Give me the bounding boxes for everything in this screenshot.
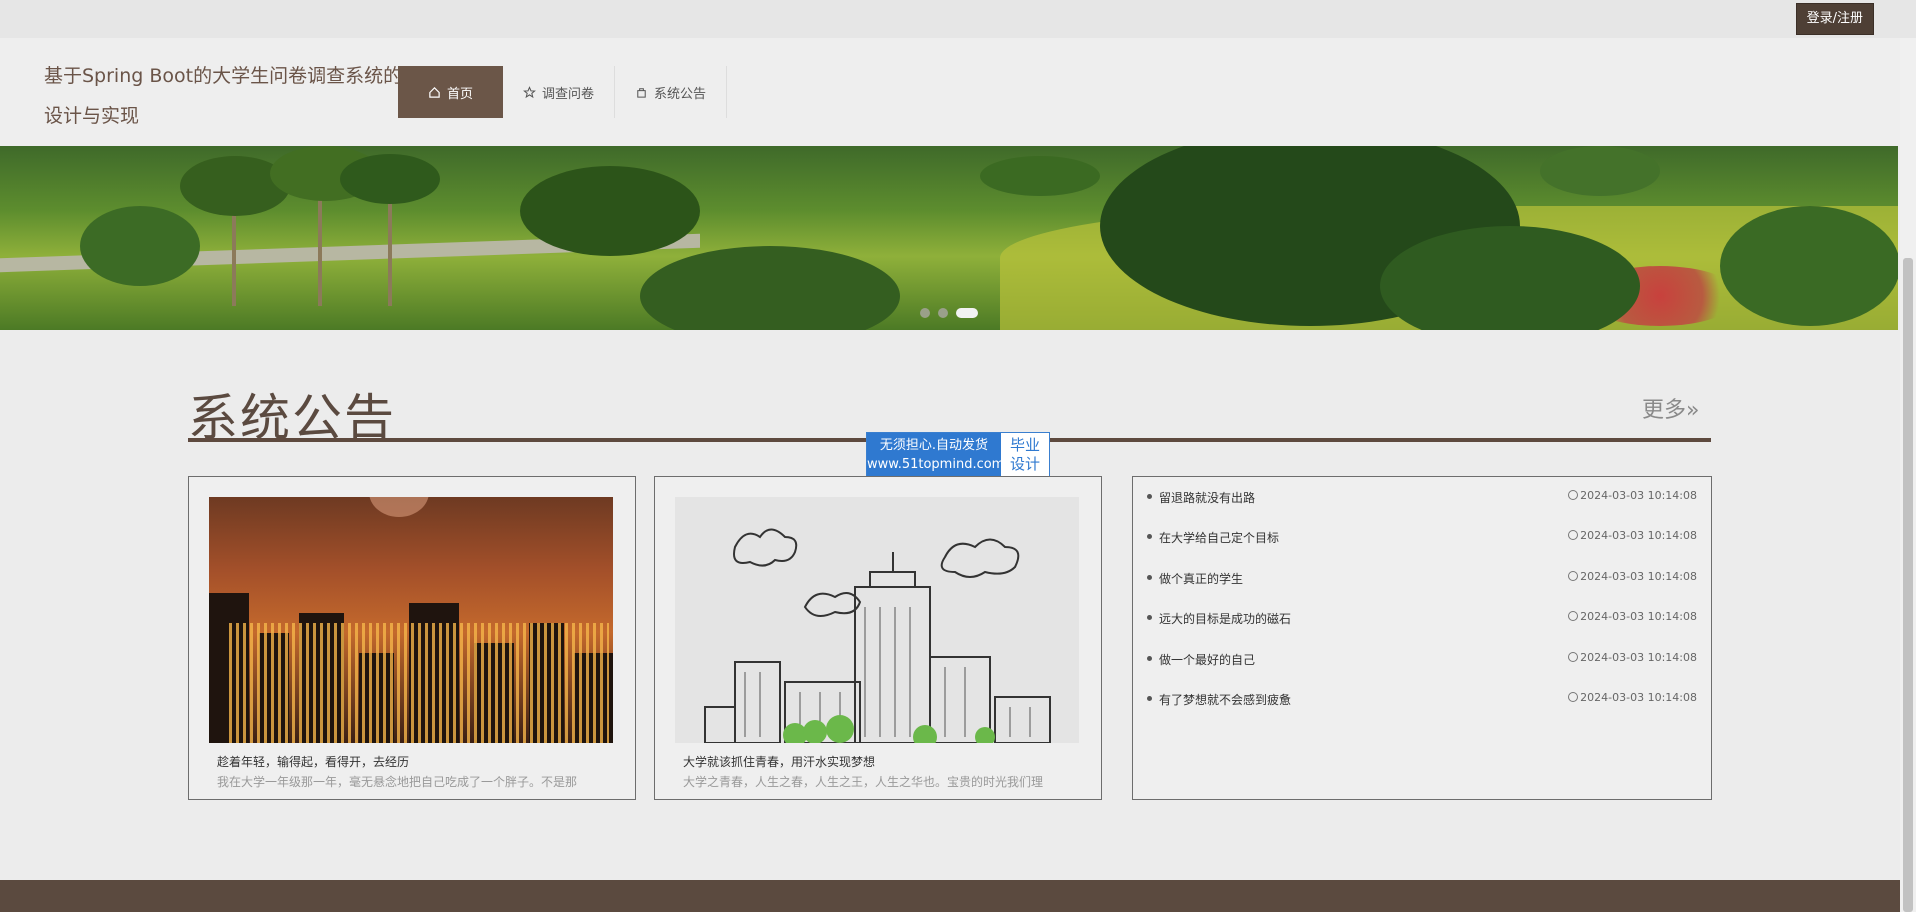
- star-icon: [523, 86, 536, 99]
- site-footer: [0, 880, 1900, 912]
- notice-date: 2024-03-03 10:14:08: [1580, 570, 1697, 583]
- bullet-icon: [1147, 534, 1152, 539]
- notice-title: 做一个最好的自己: [1159, 651, 1255, 668]
- news-card[interactable]: 趁着年轻，输得起，看得开，去经历 我在大学一年级那一年，毫无悬念地把自己吃成了一…: [188, 476, 636, 800]
- notice-item[interactable]: 做一个最好的自己 2024-03-03 10:14:08: [1147, 647, 1697, 671]
- carousel-indicators: [920, 308, 978, 318]
- main-nav: 首页 调查问卷 系统公告: [398, 66, 727, 118]
- watermark-tag1: 毕业: [1001, 436, 1049, 455]
- top-bar: 登录/注册: [0, 0, 1916, 38]
- nav-item-announcements[interactable]: 系统公告: [615, 66, 727, 118]
- carousel-dot-active[interactable]: [956, 308, 978, 318]
- watermark-line1: 无须担心.自动发货: [867, 436, 1001, 455]
- clock-icon: [1568, 530, 1578, 540]
- watermark-badge: 无须担心.自动发货 www.51topmind.com 毕业 设计: [866, 432, 1050, 478]
- nav-label-questionnaire: 调查问卷: [542, 83, 594, 102]
- clock-icon: [1568, 571, 1578, 581]
- bullet-icon: [1147, 615, 1152, 620]
- notice-item[interactable]: 留退路就没有出路 2024-03-03 10:14:08: [1147, 485, 1697, 509]
- bullet-icon: [1147, 696, 1152, 701]
- page-scrollbar[interactable]: [1900, 38, 1916, 912]
- notice-list: 留退路就没有出路 2024-03-03 10:14:08 在大学给自己定个目标 …: [1132, 476, 1712, 800]
- news-card-desc: 我在大学一年级那一年，毫无悬念地把自己吃成了一个胖子。不是那: [217, 773, 607, 790]
- notice-title: 在大学给自己定个目标: [1159, 529, 1279, 546]
- notice-title: 留退路就没有出路: [1159, 489, 1255, 506]
- notice-item[interactable]: 有了梦想就不会感到疲惫 2024-03-03 10:14:08: [1147, 687, 1697, 711]
- nav-item-questionnaire[interactable]: 调查问卷: [503, 66, 615, 118]
- watermark-line2: www.51topmind.com: [867, 455, 1001, 474]
- notice-item[interactable]: 在大学给自己定个目标 2024-03-03 10:14:08: [1147, 525, 1697, 549]
- bullet-icon: [1147, 575, 1152, 580]
- news-card-image: [209, 497, 613, 743]
- notice-title: 有了梦想就不会感到疲惫: [1159, 691, 1291, 708]
- notice-item[interactable]: 远大的目标是成功的磁石 2024-03-03 10:14:08: [1147, 606, 1697, 630]
- news-card-desc: 大学之青春，人生之春，人生之王，人生之华也。宝贵的时光我们理: [683, 773, 1073, 790]
- notice-title: 做个真正的学生: [1159, 570, 1243, 587]
- notice-title: 远大的目标是成功的磁石: [1159, 610, 1291, 627]
- site-header: 基于Spring Boot的大学生问卷调查系统的设计与实现 首页 调查问卷 系统…: [0, 38, 1900, 146]
- clock-icon: [1568, 692, 1578, 702]
- clock-icon: [1568, 611, 1578, 621]
- carousel-dot[interactable]: [938, 308, 948, 318]
- scrollbar-thumb[interactable]: [1903, 258, 1913, 912]
- notice-date: 2024-03-03 10:14:08: [1580, 529, 1697, 542]
- news-card[interactable]: 大学就该抓住青春，用汗水实现梦想 大学之青春，人生之春，人生之王，人生之华也。宝…: [654, 476, 1102, 800]
- notice-date: 2024-03-03 10:14:08: [1580, 691, 1697, 704]
- site-title: 基于Spring Boot的大学生问卷调查系统的设计与实现: [44, 56, 404, 136]
- nav-label-announcements: 系统公告: [654, 83, 706, 102]
- bag-icon: [635, 86, 648, 99]
- clock-icon: [1568, 652, 1578, 662]
- bullet-icon: [1147, 494, 1152, 499]
- bullet-icon: [1147, 656, 1152, 661]
- nav-item-home[interactable]: 首页: [398, 66, 503, 118]
- banner-carousel[interactable]: [0, 146, 1898, 330]
- more-link[interactable]: 更多»: [1642, 392, 1699, 424]
- login-register-button[interactable]: 登录/注册: [1796, 3, 1874, 35]
- notice-item[interactable]: 做个真正的学生 2024-03-03 10:14:08: [1147, 566, 1697, 590]
- clock-icon: [1568, 490, 1578, 500]
- watermark-tag2: 设计: [1001, 455, 1049, 474]
- nav-label-home: 首页: [447, 83, 473, 102]
- notice-date: 2024-03-03 10:14:08: [1580, 489, 1697, 502]
- news-card-image: [675, 497, 1079, 743]
- news-card-title: 趁着年轻，输得起，看得开，去经历: [217, 753, 409, 770]
- carousel-dot[interactable]: [920, 308, 930, 318]
- notice-date: 2024-03-03 10:14:08: [1580, 651, 1697, 664]
- news-card-title: 大学就该抓住青春，用汗水实现梦想: [683, 753, 875, 770]
- home-icon: [428, 86, 441, 99]
- notice-date: 2024-03-03 10:14:08: [1580, 610, 1697, 623]
